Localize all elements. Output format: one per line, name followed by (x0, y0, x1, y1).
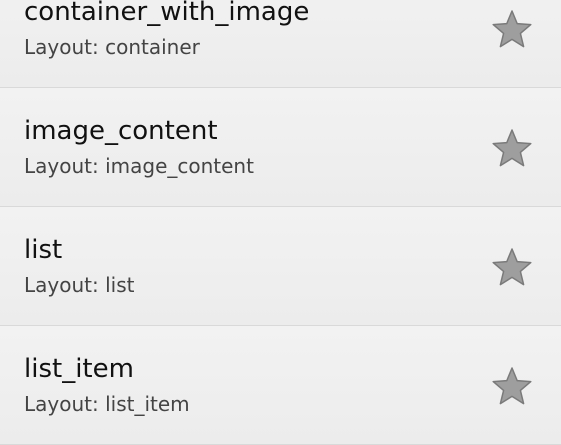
star-icon[interactable] (491, 366, 533, 406)
star-icon[interactable] (491, 128, 533, 168)
item-subtitle: Layout: list (24, 273, 135, 297)
item-title: image_content (24, 116, 218, 146)
item-title: list (24, 235, 63, 265)
star-icon[interactable] (491, 9, 533, 49)
list-item[interactable]: container_with_image Layout: container (0, 0, 561, 88)
list-item[interactable]: image_content Layout: image_content (0, 88, 561, 207)
item-subtitle: Layout: list_item (24, 392, 190, 416)
list-item[interactable]: list_item Layout: list_item (0, 326, 561, 445)
list-item[interactable]: list Layout: list (0, 207, 561, 326)
item-subtitle: Layout: image_content (24, 154, 254, 178)
item-title: container_with_image (24, 0, 310, 27)
item-title: list_item (24, 354, 134, 384)
star-icon[interactable] (491, 247, 533, 287)
item-subtitle: Layout: container (24, 35, 200, 59)
layout-list: container_with_image Layout: container i… (0, 0, 561, 445)
